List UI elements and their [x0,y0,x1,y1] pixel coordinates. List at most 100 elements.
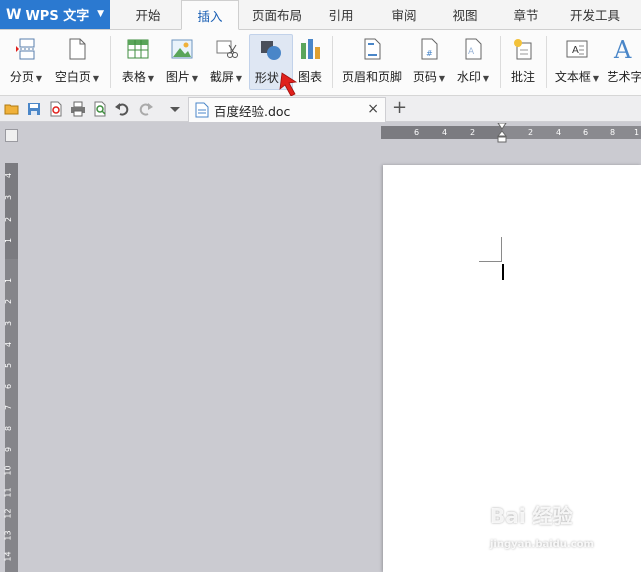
wordart-label: 艺术字 [608,70,641,84]
screenshot-button[interactable]: 截屏 ▼ [205,34,247,90]
dropdown-arrow-icon: ▼ [438,74,446,83]
header-footer-button[interactable]: 页眉和页脚 [338,34,406,90]
blank-page-label: 空白页 [54,70,91,84]
comment-label: 批注 [510,70,535,84]
table-button[interactable]: 表格 ▼ [117,34,159,90]
textbox-icon: A [564,36,590,62]
ruler-tick-label: 2 [470,128,476,137]
ribbon-separator [110,36,111,88]
svg-text:A: A [468,47,475,57]
page-number-label: 页码 [412,70,437,84]
ruler-tick-label: 11 [3,487,13,498]
dropdown-arrow-icon: ▼ [92,74,100,83]
tab-section[interactable]: 章节 [502,0,550,30]
margin-corner-mark [501,237,502,262]
app-menu-button[interactable]: W WPS 文字 ▼ [0,0,110,29]
wordart-icon: A [612,36,638,62]
tab-home[interactable]: 开始 [122,0,174,30]
wps-logo-icon: W [6,6,22,23]
wordart-button[interactable]: A 艺术字 [608,34,641,90]
page-number-button[interactable]: # 页码 ▼ [408,34,450,90]
ruler-tick-label: 5 [4,362,14,369]
dropdown-arrow-icon: ▼ [592,74,600,83]
ruler-tick-label: 6 [414,128,420,137]
screenshot-label: 截屏 [209,70,234,84]
print-preview-icon[interactable] [92,101,108,117]
page-break-label: 分页 [9,70,34,84]
ribbon-separator [500,36,501,88]
app-name: WPS 文字 [25,9,90,24]
page-break-button[interactable]: 分页 ▼ [4,34,48,90]
ruler-tick-label: 4 [556,128,562,137]
indent-marker-icon[interactable] [497,123,507,143]
ruler-tick-label: 4 [4,172,14,179]
tab-developer[interactable]: 开发工具 [562,0,628,30]
vertical-ruler[interactable]: 4 3 2 1 1 2 3 4 5 6 7 8 9 10 11 12 13 14 [3,163,18,572]
new-tab-button[interactable]: + [392,99,407,117]
dropdown-arrow-icon: ▼ [147,74,155,83]
dropdown-arrow-icon: ▼ [35,74,43,83]
customize-dropdown-icon[interactable] [167,101,183,117]
redo-icon[interactable] [138,101,154,117]
shapes-label: 形状 [254,71,279,85]
export-pdf-icon[interactable] [48,101,64,117]
svg-text:A: A [613,36,632,62]
ruler-tick-label: 1 [634,128,640,137]
textbox-label: 文本框 [554,70,591,84]
picture-button[interactable]: 图片 ▼ [161,34,203,90]
table-icon [125,36,151,62]
tab-references[interactable]: 引用 [318,0,364,30]
ribbon-insert: 分页▼ 空白页▼ 表格▼ 图片▼ 截屏▼ 形状▼ 图表 [0,30,641,96]
document-tab[interactable]: 百度经验.doc × [188,97,386,122]
svg-text:#: # [426,49,433,58]
ribbon-separator [546,36,547,88]
dropdown-arrow-icon: ▼ [482,74,490,83]
dropdown-arrow-icon: ▼ [191,74,199,83]
ribbon-separator [332,36,333,88]
horizontal-ruler[interactable]: 6 4 2 2 4 6 8 1 [381,123,641,143]
tab-insert[interactable]: 插入 [181,0,239,30]
tab-review[interactable]: 审阅 [380,0,428,30]
dropdown-arrow-icon: ▼ [235,74,243,83]
close-tab-icon[interactable]: × [367,101,379,117]
ruler-tick-label: 4 [4,341,14,348]
ruler-tick-label: 13 [3,530,13,541]
svg-text:A: A [572,45,579,56]
shapes-icon [258,37,284,63]
tab-view[interactable]: 视图 [442,0,488,30]
ruler-text-area [5,259,18,572]
page-break-icon [13,36,39,62]
picture-icon [169,36,195,62]
ruler-tick-label: 2 [4,216,14,223]
blank-page-icon [64,36,90,62]
tab-stop-selector-button[interactable] [5,129,18,142]
watermark-icon: A [460,36,486,62]
ruler-tick-label: 4 [442,128,448,137]
ruler-tick-label: 7 [4,404,14,411]
save-icon[interactable] [26,101,42,117]
open-folder-icon[interactable] [4,101,20,117]
text-cursor [502,264,504,280]
blank-page-button[interactable]: 空白页 ▼ [52,34,102,90]
ruler-tick-label: 10 [3,465,13,476]
tab-page-layout[interactable]: 页面布局 [246,0,308,30]
ruler-tick-label: 3 [4,194,14,201]
table-label: 表格 [121,70,146,84]
ruler-tick-label: 1 [4,237,14,244]
undo-icon[interactable] [114,101,130,117]
ruler-tick-label: 2 [4,298,14,305]
textbox-button[interactable]: A 文本框 ▼ [552,34,602,90]
chart-icon [297,36,323,62]
watermark-button[interactable]: A 水印 ▼ [452,34,494,90]
header-footer-label: 页眉和页脚 [341,70,402,84]
print-icon[interactable] [70,101,86,117]
baidu-jingyan-watermark: Bai 经验 jingyan.baidu.com [490,500,610,560]
ruler-tick-label: 14 [3,551,13,562]
watermark-logo-text: Bai 经验 [490,504,573,528]
page-number-icon: # [416,36,442,62]
ruler-tick-label: 3 [4,320,14,327]
caret-down-icon: ▼ [97,9,104,19]
comment-button[interactable]: 批注 [505,34,541,90]
comment-icon [510,36,536,62]
header-footer-icon [359,36,385,62]
